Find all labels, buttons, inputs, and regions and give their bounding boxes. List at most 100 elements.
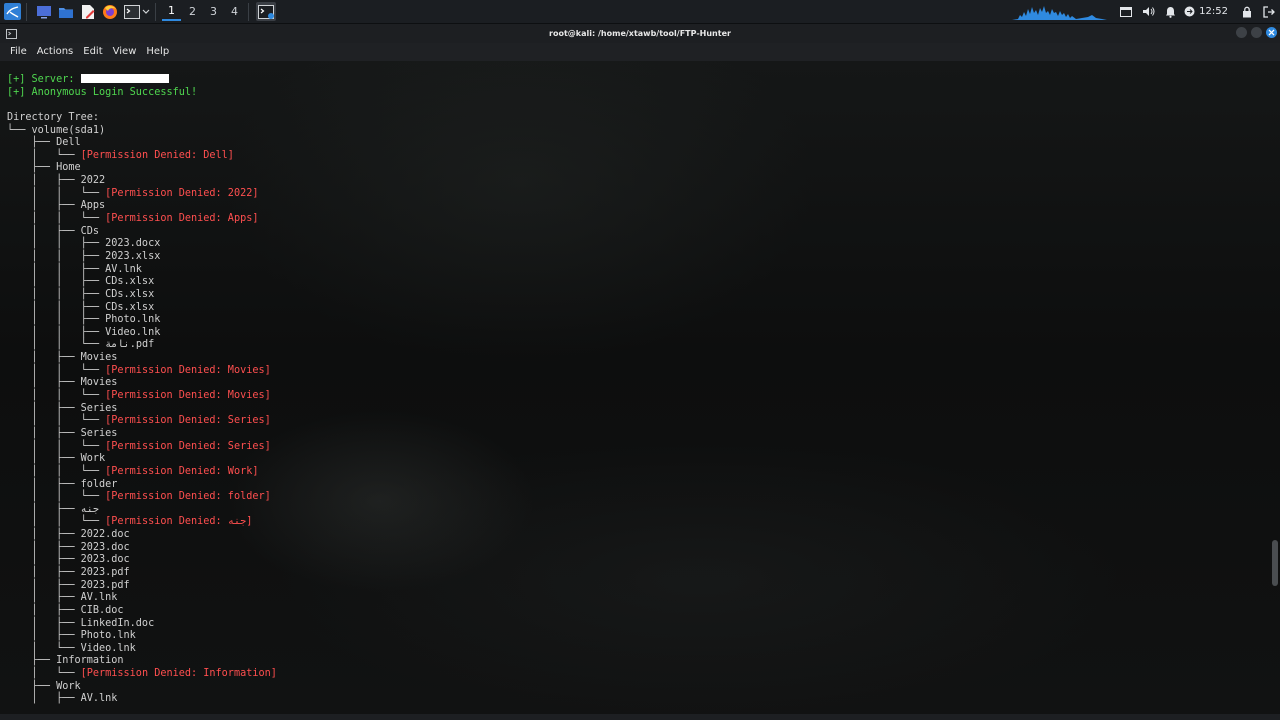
- tree-branch: │ │ └──: [7, 364, 106, 376]
- terminal-line: │ ├── 2023.doc: [7, 554, 277, 567]
- scrollbar-thumb[interactable]: [1272, 540, 1278, 586]
- terminal-line: │ ├── Movies: [7, 352, 277, 365]
- panel-separator: [248, 2, 249, 21]
- clock[interactable]: 12:52: [1199, 6, 1228, 17]
- text-editor-icon[interactable]: [78, 2, 97, 21]
- line-text: ├── Home: [7, 162, 81, 174]
- tree-branch: │ │ └──: [7, 390, 106, 402]
- terminal-line: └── volume(sda1): [7, 125, 277, 138]
- notification-bell-icon[interactable]: [1159, 0, 1181, 23]
- permission-denied-text: [Permission Denied: Work]: [105, 465, 259, 477]
- line-text: │ │ ├── Video.lnk: [7, 326, 161, 338]
- desktop-icon[interactable]: [34, 2, 53, 21]
- menu-help[interactable]: Help: [141, 43, 174, 61]
- power-status-icon[interactable]: [1181, 0, 1197, 23]
- menu-bar: File Actions Edit View Help: [0, 43, 1280, 61]
- line-text: │ ├── Work: [7, 453, 106, 465]
- terminal-line: │ ├── LinkedIn.doc: [7, 618, 277, 631]
- terminal-line: [+] Anonymous Login Successful!: [7, 87, 277, 100]
- window-list-icon[interactable]: [1115, 0, 1137, 23]
- line-text: │ ├── 2023.pdf: [7, 579, 130, 591]
- line-text: └── volume(sda1): [7, 124, 106, 136]
- workspace-3[interactable]: 3: [204, 2, 223, 21]
- maximize-button[interactable]: [1251, 27, 1262, 38]
- logout-icon[interactable]: [1258, 0, 1280, 23]
- permission-denied-text: [Permission Denied: Information]: [80, 668, 277, 680]
- permission-denied-text: [Permission Denied: 2022]: [105, 187, 259, 199]
- menu-file[interactable]: File: [5, 43, 32, 61]
- terminal-line: │ └── [Permission Denied: Dell]: [7, 150, 277, 163]
- chevron-down-icon[interactable]: [141, 2, 151, 21]
- menu-edit[interactable]: Edit: [78, 43, 107, 61]
- close-button[interactable]: [1266, 27, 1277, 38]
- terminal-line: │ ├── Photo.lnk: [7, 630, 277, 643]
- system-tray: 12:52: [1012, 0, 1280, 23]
- terminal-window-button[interactable]: [256, 2, 276, 21]
- terminal-line: │ │ └── [Permission Denied: جنه]: [7, 516, 277, 529]
- menu-view[interactable]: View: [108, 43, 142, 61]
- terminal-line: │ ├── CDs: [7, 226, 277, 239]
- terminal-line: │ │ ├── Video.lnk: [7, 327, 277, 340]
- line-text: │ └── Video.lnk: [7, 642, 136, 654]
- terminal-line: │ │ ├── CDs.xlsx: [7, 289, 277, 302]
- workspace-4[interactable]: 4: [225, 2, 244, 21]
- terminal-line: │ │ └── [Permission Denied: Series]: [7, 415, 277, 428]
- panel-separator: [155, 2, 156, 21]
- kali-menu-icon[interactable]: [3, 2, 22, 21]
- window-menu-icon[interactable]: [4, 24, 18, 43]
- line-text: │ │ ├── CDs.xlsx: [7, 301, 155, 313]
- line-text: [+] Anonymous Login Successful!: [7, 86, 198, 98]
- line-text: │ ├── LinkedIn.doc: [7, 617, 155, 629]
- window-bottom-border: [0, 714, 1280, 720]
- tree-branch: │ │ └──: [7, 415, 106, 427]
- terminal-line: │ │ ├── AV.lnk: [7, 264, 277, 277]
- tree-branch: │ │ └──: [7, 187, 106, 199]
- lock-screen-icon[interactable]: [1236, 0, 1258, 23]
- line-text: │ ├── folder: [7, 478, 118, 490]
- window-controls: [1236, 27, 1277, 38]
- file-manager-icon[interactable]: [56, 2, 75, 21]
- tree-branch: │ │ └──: [7, 465, 106, 477]
- terminal-line: │ ├── Work: [7, 453, 277, 466]
- line-text: │ ├── Movies: [7, 352, 118, 364]
- close-icon: [1268, 29, 1275, 36]
- terminal-line: │ │ └── نامة.pdf: [7, 339, 277, 352]
- firefox-icon[interactable]: [100, 2, 119, 21]
- terminal-line: │ ├── Apps: [7, 200, 277, 213]
- panel-separator: [26, 2, 27, 21]
- menu-actions[interactable]: Actions: [32, 43, 79, 61]
- terminal-launcher-icon[interactable]: [122, 2, 141, 21]
- line-text: │ │ └── نامة.pdf: [7, 339, 155, 351]
- minimize-button[interactable]: [1236, 27, 1247, 38]
- terminal-area[interactable]: [+] Server: [+] Anonymous Login Successf…: [0, 61, 1280, 714]
- terminal-line: │ │ └── [Permission Denied: Apps]: [7, 213, 277, 226]
- workspace-2[interactable]: 2: [183, 2, 202, 21]
- line-text: ├── Information: [7, 655, 124, 667]
- terminal-line: ├── Work: [7, 681, 277, 694]
- terminal-line: [+] Server:: [7, 74, 277, 87]
- scrollbar[interactable]: [1272, 61, 1278, 714]
- window-titlebar[interactable]: root@kali: /home/xtawb/tool/FTP-Hunter: [0, 24, 1280, 43]
- line-text: │ ├── 2022.doc: [7, 529, 130, 541]
- permission-denied-text: [Permission Denied: Series]: [105, 415, 271, 427]
- line-text: │ │ ├── 2023.docx: [7, 238, 161, 250]
- volume-icon[interactable]: [1137, 0, 1159, 23]
- terminal-line: │ │ ├── 2023.xlsx: [7, 251, 277, 264]
- permission-denied-text: [Permission Denied: Series]: [105, 440, 271, 452]
- redacted-server-address: [80, 74, 169, 83]
- line-text: │ ├── CIB.doc: [7, 604, 124, 616]
- terminal-line: │ │ └── [Permission Denied: Series]: [7, 441, 277, 454]
- line-text: │ ├── AV.lnk: [7, 693, 118, 705]
- terminal-line: │ ├── folder: [7, 479, 277, 492]
- terminal-line: │ │ ├── CDs.xlsx: [7, 276, 277, 289]
- line-text: │ ├── Photo.lnk: [7, 630, 136, 642]
- workspace-1[interactable]: 1: [162, 2, 181, 21]
- terminal-line: │ │ └── [Permission Denied: Work]: [7, 466, 277, 479]
- line-text: │ ├── 2023.doc: [7, 554, 130, 566]
- terminal-line: ├── Dell: [7, 137, 277, 150]
- tree-branch: │ │ └──: [7, 491, 106, 503]
- permission-denied-text: [Permission Denied: Movies]: [105, 390, 271, 402]
- terminal-line: │ │ ├── Photo.lnk: [7, 314, 277, 327]
- terminal-line: │ ├── جنه: [7, 504, 277, 517]
